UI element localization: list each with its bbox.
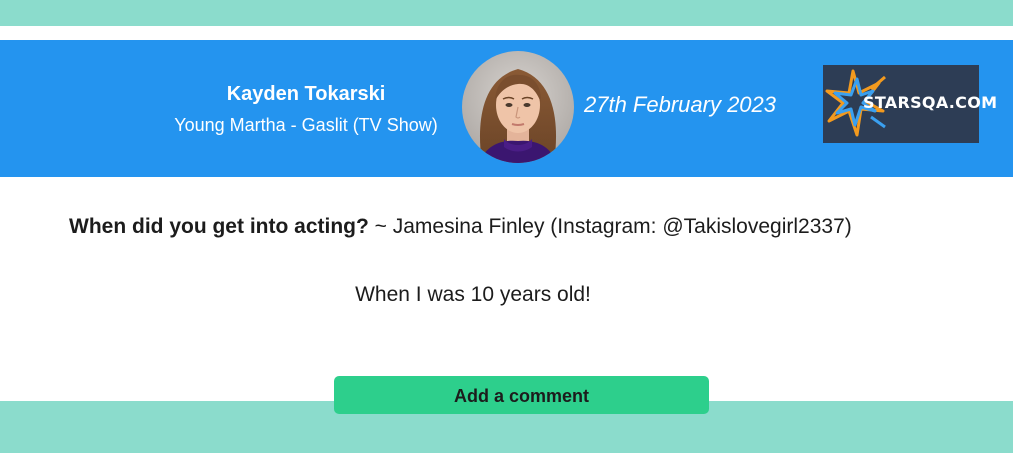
starsqa-logo[interactable]: STARSQA.COM	[823, 65, 997, 143]
question-text: When did you get into acting?	[69, 215, 369, 238]
qa-content: When did you get into acting? ~ Jamesina…	[0, 177, 1013, 401]
person-name[interactable]: Kayden Tokarski	[120, 80, 492, 108]
logo-text: STARSQA.COM	[863, 93, 998, 112]
post-date: 27th February 2023	[584, 92, 777, 117]
white-gap	[0, 26, 1013, 40]
page: Kayden Tokarski Young Martha - Gaslit (T…	[0, 0, 1013, 453]
add-comment-button[interactable]: Add a comment	[334, 376, 709, 414]
person-role: Young Martha - Gaslit (TV Show)	[174, 115, 438, 135]
person-identity: Kayden Tokarski Young Martha - Gaslit (T…	[120, 80, 492, 138]
question-asker: Jamesina Finley (Instagram: @Takislovegi…	[392, 215, 852, 238]
avatar-photo-icon	[462, 51, 574, 163]
question-separator: ~	[368, 215, 393, 238]
question-line: When did you get into acting? ~ Jamesina…	[69, 213, 852, 241]
answer-text: When I was 10 years old!	[355, 283, 591, 306]
answer-header: Kayden Tokarski Young Martha - Gaslit (T…	[0, 40, 1013, 177]
top-band	[0, 0, 1013, 26]
avatar[interactable]	[462, 51, 574, 163]
